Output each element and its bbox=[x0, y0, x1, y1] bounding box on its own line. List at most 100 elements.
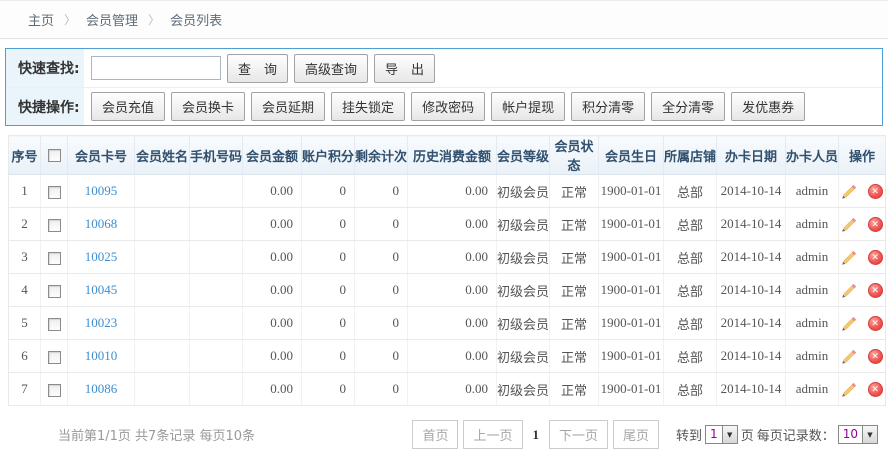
row-checkbox[interactable] bbox=[48, 252, 61, 265]
page-size-value: 10 bbox=[839, 426, 862, 443]
col-level: 会员等级 bbox=[497, 136, 550, 175]
row-index-cell: 5 bbox=[9, 307, 41, 340]
select-all-checkbox[interactable] bbox=[48, 149, 61, 162]
card-no-cell: 10068 bbox=[68, 208, 135, 241]
quick-search-label: 快速查找: bbox=[6, 49, 84, 87]
issue-date-cell: 2014-10-14 bbox=[717, 175, 786, 208]
breadcrumb-item[interactable]: 会员列表 bbox=[170, 10, 222, 29]
table-row: 4 10045 0.00 0 0 0.00 初级会员 正常 1900-01-01… bbox=[9, 274, 886, 307]
card-no-link[interactable]: 10023 bbox=[85, 315, 118, 330]
quick-actions-label: 快捷操作: bbox=[6, 88, 84, 125]
export-button[interactable]: 导 出 bbox=[374, 54, 435, 83]
quick-action-button[interactable]: 会员延期 bbox=[251, 92, 325, 121]
card-no-link[interactable]: 10086 bbox=[85, 381, 118, 396]
row-checkbox[interactable] bbox=[48, 318, 61, 331]
delete-icon[interactable]: ✕ bbox=[868, 349, 883, 364]
edit-pencil-icon[interactable] bbox=[841, 184, 857, 200]
edit-pencil-icon[interactable] bbox=[841, 316, 857, 332]
edit-pencil-icon[interactable] bbox=[841, 283, 857, 299]
breadcrumb-item[interactable]: 会员管理 bbox=[86, 10, 138, 29]
level-cell: 初级会员 bbox=[497, 373, 550, 406]
status-cell: 正常 bbox=[550, 274, 599, 307]
operator-cell: admin bbox=[786, 274, 839, 307]
first-page-button[interactable]: 首页 bbox=[412, 420, 458, 449]
row-checkbox[interactable] bbox=[48, 351, 61, 364]
quick-action-button[interactable]: 发优惠券 bbox=[731, 92, 805, 121]
edit-pencil-icon[interactable] bbox=[841, 217, 857, 233]
row-checkbox[interactable] bbox=[48, 285, 61, 298]
page-size-select[interactable]: 10 ▼ bbox=[838, 425, 878, 444]
quick-action-button[interactable]: 挂失锁定 bbox=[331, 92, 405, 121]
name-cell bbox=[135, 208, 190, 241]
points-cell: 0 bbox=[302, 340, 355, 373]
times-cell: 0 bbox=[355, 274, 408, 307]
table-row: 6 10010 0.00 0 0 0.00 初级会员 正常 1900-01-01… bbox=[9, 340, 886, 373]
delete-icon[interactable]: ✕ bbox=[868, 250, 883, 265]
points-cell: 0 bbox=[302, 373, 355, 406]
delete-icon[interactable]: ✕ bbox=[868, 316, 883, 331]
delete-icon[interactable]: ✕ bbox=[868, 382, 883, 397]
pagination-bar: 当前第1/1页 共7条记录 每页10条 首页 上一页 1 下一页 尾页 转到 1… bbox=[0, 406, 888, 449]
quick-action-button[interactable]: 会员充值 bbox=[91, 92, 165, 121]
quick-action-button[interactable]: 帐户提现 bbox=[491, 92, 565, 121]
quick-action-button[interactable]: 修改密码 bbox=[411, 92, 485, 121]
delete-icon[interactable]: ✕ bbox=[868, 283, 883, 298]
card-no-link[interactable]: 10025 bbox=[85, 249, 118, 264]
pagination-controls: 首页 上一页 1 下一页 尾页 转到 1 ▼ 页 每页记录数： 10 ▼ bbox=[412, 420, 878, 449]
card-no-cell: 10045 bbox=[68, 274, 135, 307]
row-checkbox[interactable] bbox=[48, 384, 61, 397]
quick-actions-row: 快捷操作: 会员充值会员换卡会员延期挂失锁定修改密码帐户提现积分清零全分清零发优… bbox=[6, 87, 882, 125]
search-input[interactable] bbox=[91, 56, 221, 80]
actions-cell: ✕ bbox=[839, 373, 886, 406]
status-cell: 正常 bbox=[550, 340, 599, 373]
times-cell: 0 bbox=[355, 241, 408, 274]
advanced-search-button[interactable]: 高级查询 bbox=[294, 54, 368, 83]
edit-pencil-icon[interactable] bbox=[841, 250, 857, 266]
card-no-link[interactable]: 10010 bbox=[85, 348, 118, 363]
card-no-cell: 10095 bbox=[68, 175, 135, 208]
edit-pencil-icon[interactable] bbox=[841, 349, 857, 365]
quick-action-button[interactable]: 会员换卡 bbox=[171, 92, 245, 121]
row-checkbox-cell bbox=[41, 274, 68, 307]
status-cell: 正常 bbox=[550, 241, 599, 274]
last-page-button[interactable]: 尾页 bbox=[613, 420, 659, 449]
times-cell: 0 bbox=[355, 373, 408, 406]
store-cell: 总部 bbox=[664, 373, 717, 406]
edit-pencil-icon[interactable] bbox=[841, 382, 857, 398]
card-no-link[interactable]: 10095 bbox=[85, 183, 118, 198]
level-cell: 初级会员 bbox=[497, 340, 550, 373]
col-amount: 会员金额 bbox=[243, 136, 302, 175]
row-checkbox[interactable] bbox=[48, 219, 61, 232]
points-cell: 0 bbox=[302, 208, 355, 241]
name-cell bbox=[135, 340, 190, 373]
history-amount-cell: 0.00 bbox=[408, 340, 497, 373]
delete-icon[interactable]: ✕ bbox=[868, 217, 883, 232]
breadcrumb-separator: 〉 bbox=[148, 11, 160, 28]
phone-cell bbox=[190, 241, 243, 274]
goto-page-group: 转到 1 ▼ 页 每页记录数： 10 ▼ bbox=[676, 425, 878, 444]
store-cell: 总部 bbox=[664, 175, 717, 208]
goto-page-value: 1 bbox=[706, 426, 722, 443]
card-no-link[interactable]: 10068 bbox=[85, 216, 118, 231]
quick-action-button[interactable]: 积分清零 bbox=[571, 92, 645, 121]
search-button[interactable]: 查 询 bbox=[227, 54, 288, 83]
history-amount-cell: 0.00 bbox=[408, 175, 497, 208]
goto-page-select[interactable]: 1 ▼ bbox=[705, 425, 738, 444]
history-amount-cell: 0.00 bbox=[408, 241, 497, 274]
birthday-cell: 1900-01-01 bbox=[599, 175, 664, 208]
card-no-link[interactable]: 10045 bbox=[85, 282, 118, 297]
operator-cell: admin bbox=[786, 340, 839, 373]
next-page-button[interactable]: 下一页 bbox=[549, 420, 608, 449]
row-checkbox[interactable] bbox=[48, 186, 61, 199]
store-cell: 总部 bbox=[664, 241, 717, 274]
breadcrumb-separator: 〉 bbox=[64, 11, 76, 28]
breadcrumb-item[interactable]: 主页 bbox=[28, 10, 54, 29]
status-cell: 正常 bbox=[550, 307, 599, 340]
operator-cell: admin bbox=[786, 175, 839, 208]
prev-page-button[interactable]: 上一页 bbox=[463, 420, 522, 449]
current-page-number: 1 bbox=[528, 427, 545, 443]
delete-icon[interactable]: ✕ bbox=[868, 184, 883, 199]
col-operator: 办卡人员 bbox=[786, 136, 839, 175]
operator-cell: admin bbox=[786, 241, 839, 274]
quick-action-button[interactable]: 全分清零 bbox=[651, 92, 725, 121]
